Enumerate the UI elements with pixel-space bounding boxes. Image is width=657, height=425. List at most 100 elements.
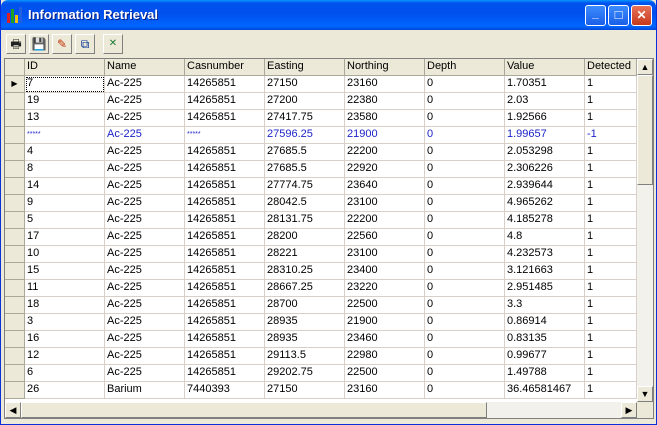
cell-easting[interactable]: 27417.75 (265, 110, 345, 127)
column-header-casnumber[interactable]: Casnumber (185, 59, 265, 76)
cell-easting[interactable]: 27150 (265, 76, 345, 93)
column-header-id[interactable]: ID (25, 59, 105, 76)
row-selector[interactable] (5, 93, 25, 110)
cell-value[interactable]: 36.46581467 (505, 382, 585, 399)
horizontal-scroll-thumb[interactable] (21, 402, 487, 418)
cell-id[interactable]: 16 (25, 331, 105, 348)
cell-value[interactable]: 4.185278 (505, 212, 585, 229)
cell-id[interactable]: 12 (25, 348, 105, 365)
row-selector[interactable] (5, 110, 25, 127)
cell-depth[interactable]: 0 (425, 195, 505, 212)
cell-value[interactable]: 1.49788 (505, 365, 585, 382)
cell-value[interactable]: 1.70351 (505, 76, 585, 93)
cell-northing[interactable]: 23580 (345, 110, 425, 127)
cell-id[interactable]: 13 (25, 110, 105, 127)
cell-value[interactable]: 1.92566 (505, 110, 585, 127)
pencil-icon[interactable]: ✎ (52, 34, 72, 54)
cell-name[interactable]: Ac-225 (105, 365, 185, 382)
cell-casnumber[interactable]: 14265851 (185, 314, 265, 331)
table-row[interactable]: ▶ 7 Ac-225 14265851 27150 23160 0 1.70351 1 (5, 76, 637, 93)
cell-name[interactable]: Ac-225 (105, 127, 185, 144)
cell-name[interactable]: Ac-225 (105, 76, 185, 93)
cell-depth[interactable]: 0 (425, 348, 505, 365)
close-button[interactable]: ✕ (631, 5, 652, 26)
cell-casnumber[interactable]: 14265851 (185, 93, 265, 110)
cell-value[interactable]: 2.939644 (505, 178, 585, 195)
cell-name[interactable]: Ac-225 (105, 161, 185, 178)
column-header-name[interactable]: Name (105, 59, 185, 76)
cell-detected[interactable]: 1 (585, 314, 637, 331)
column-header-depth[interactable]: Depth (425, 59, 505, 76)
cell-id[interactable]: 9 (25, 195, 105, 212)
cell-id[interactable]: 18 (25, 297, 105, 314)
cell-name[interactable]: Ac-225 (105, 212, 185, 229)
cell-name[interactable]: Ac-225 (105, 93, 185, 110)
cell-northing[interactable]: 22920 (345, 161, 425, 178)
table-row[interactable]: 8 Ac-225 14265851 27685.5 22920 0 2.306226 1 (5, 161, 637, 178)
column-header-northing[interactable]: Northing (345, 59, 425, 76)
row-selector[interactable] (5, 297, 25, 314)
cell-depth[interactable]: 0 (425, 280, 505, 297)
cell-id[interactable]: 6 (25, 365, 105, 382)
cell-id[interactable]: 19 (25, 93, 105, 110)
cell-detected[interactable]: 1 (585, 246, 637, 263)
cell-value[interactable]: 4.232573 (505, 246, 585, 263)
cell-depth[interactable]: 0 (425, 212, 505, 229)
cell-easting[interactable]: 28935 (265, 331, 345, 348)
column-header-value[interactable]: Value (505, 59, 585, 76)
cell-easting[interactable]: 28667.25 (265, 280, 345, 297)
cell-detected[interactable]: 1 (585, 365, 637, 382)
cell-depth[interactable]: 0 (425, 127, 505, 144)
cell-value[interactable]: 2.951485 (505, 280, 585, 297)
maximize-button[interactable]: □ (608, 5, 629, 26)
cell-casnumber[interactable]: 14265851 (185, 229, 265, 246)
cell-casnumber[interactable]: 14265851 (185, 144, 265, 161)
cell-detected[interactable]: 1 (585, 297, 637, 314)
save-icon[interactable]: 💾 (29, 34, 49, 54)
row-selector[interactable] (5, 280, 25, 297)
cell-casnumber[interactable]: 14265851 (185, 76, 265, 93)
cell-value[interactable]: 0.99677 (505, 348, 585, 365)
row-selector[interactable] (5, 263, 25, 280)
cell-easting[interactable]: 27150 (265, 382, 345, 399)
cell-name[interactable]: Ac-225 (105, 229, 185, 246)
row-selector[interactable] (5, 229, 25, 246)
printer-icon[interactable]: 🖶 (6, 34, 26, 54)
table-row[interactable]: 12 Ac-225 14265851 29113.5 22980 0 0.99677 1 (5, 348, 637, 365)
cell-easting[interactable]: 28042.5 (265, 195, 345, 212)
cell-detected[interactable]: 1 (585, 382, 637, 399)
cell-id[interactable]: 7 (25, 76, 105, 93)
cell-value[interactable]: 2.053298 (505, 144, 585, 161)
excel-icon[interactable]: ✕ (103, 34, 123, 54)
table-row[interactable]: 26 Barium 7440393 27150 23160 0 36.46581467 1 (5, 382, 637, 399)
row-selector[interactable] (5, 195, 25, 212)
cell-easting[interactable]: 28131.75 (265, 212, 345, 229)
cell-name[interactable]: Ac-225 (105, 246, 185, 263)
cell-depth[interactable]: 0 (425, 161, 505, 178)
cell-casnumber[interactable]: 14265851 (185, 110, 265, 127)
cell-depth[interactable]: 0 (425, 110, 505, 127)
cell-detected[interactable]: 1 (585, 76, 637, 93)
cell-depth[interactable]: 0 (425, 246, 505, 263)
cell-name[interactable]: Ac-225 (105, 178, 185, 195)
cell-northing[interactable]: 23640 (345, 178, 425, 195)
cell-value[interactable]: 1.99657 (505, 127, 585, 144)
row-selector[interactable] (5, 331, 25, 348)
scroll-up-icon[interactable]: ▲ (637, 59, 653, 75)
cell-id[interactable]: 14 (25, 178, 105, 195)
cell-casnumber[interactable]: 14265851 (185, 365, 265, 382)
cell-id[interactable]: 17 (25, 229, 105, 246)
cell-value[interactable]: 2.03 (505, 93, 585, 110)
cell-value[interactable]: 3.121663 (505, 263, 585, 280)
cell-depth[interactable]: 0 (425, 365, 505, 382)
cell-depth[interactable]: 0 (425, 382, 505, 399)
cell-id[interactable]: 4 (25, 144, 105, 161)
cell-depth[interactable]: 0 (425, 229, 505, 246)
cell-casnumber[interactable]: 14265851 (185, 246, 265, 263)
cell-easting[interactable]: 28935 (265, 314, 345, 331)
cell-northing[interactable]: 23460 (345, 331, 425, 348)
cell-casnumber[interactable]: 7440393 (185, 382, 265, 399)
vertical-scroll-thumb[interactable] (637, 75, 653, 185)
minimize-button[interactable]: _ (585, 5, 606, 26)
column-header-detected[interactable]: Detected (585, 59, 637, 76)
